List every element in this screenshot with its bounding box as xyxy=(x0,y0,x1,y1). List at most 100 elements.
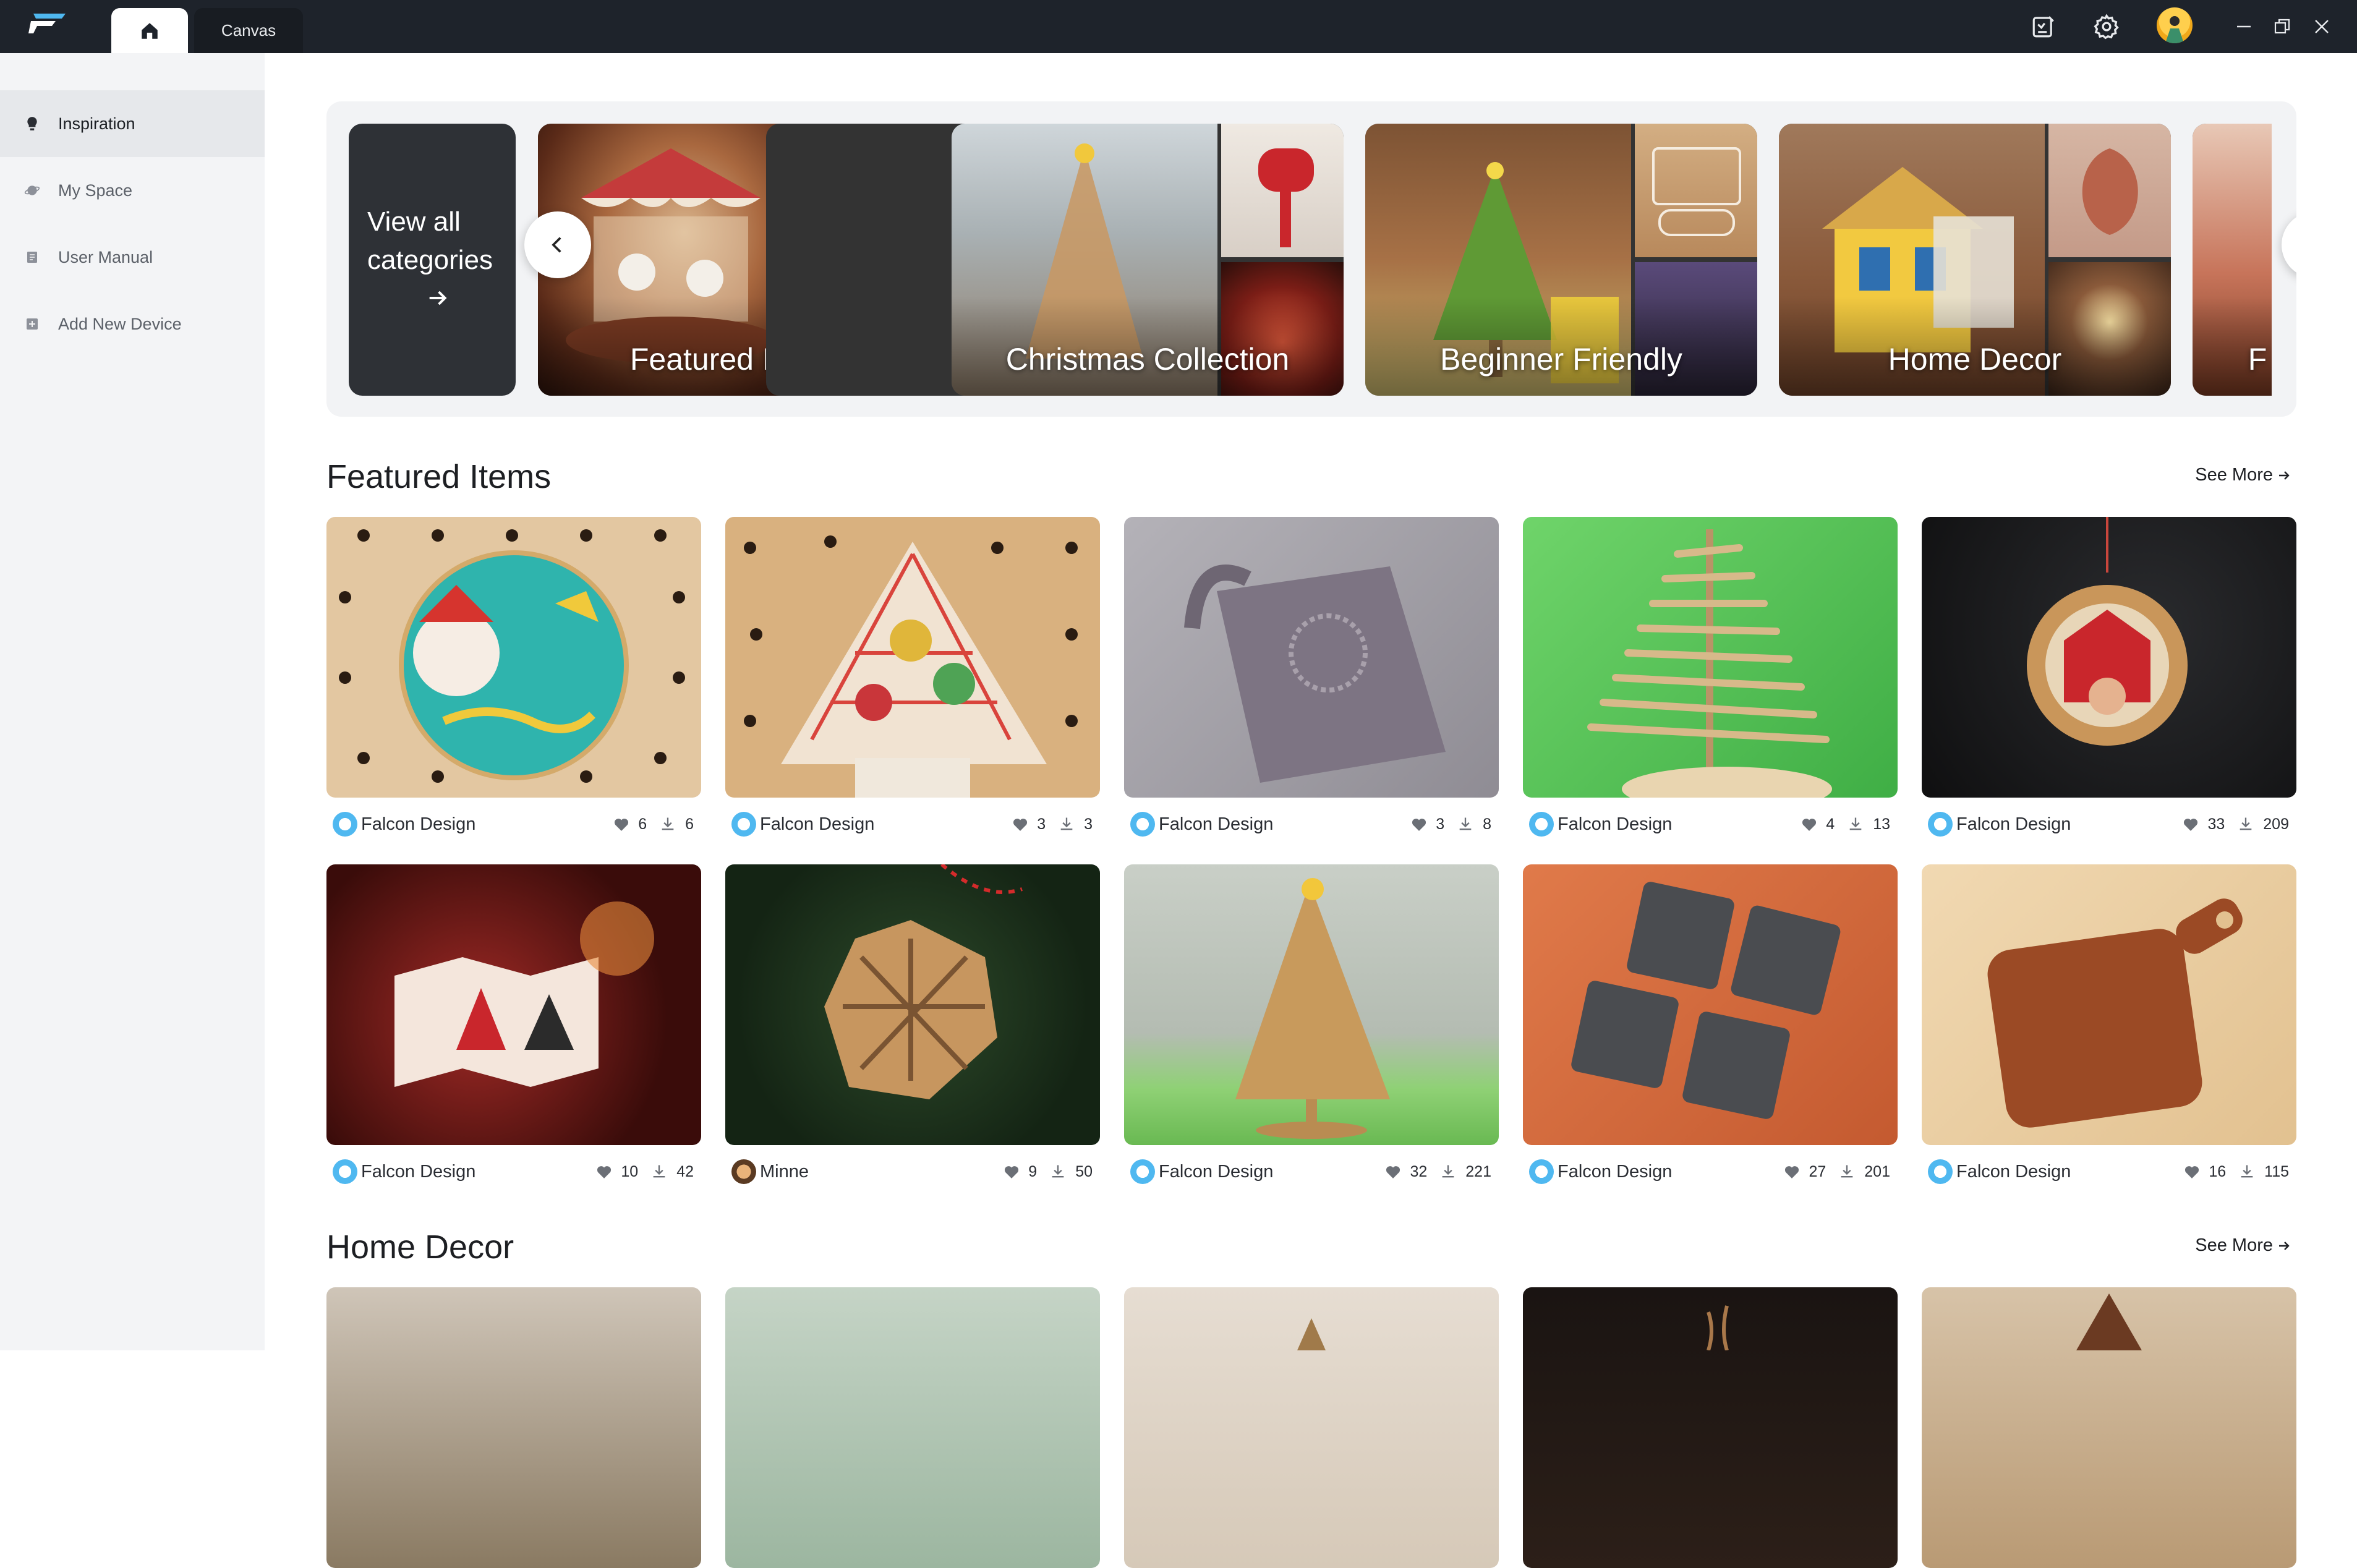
heart-icon xyxy=(1013,819,1028,831)
design-card[interactable] xyxy=(1922,1287,2296,1568)
design-card[interactable]: Falcon Design 27 201 xyxy=(1523,864,1898,1198)
design-card[interactable]: Falcon Design 6 6 xyxy=(326,517,701,851)
minimize-icon[interactable] xyxy=(2228,11,2259,42)
sidebar-item-label: Inspiration xyxy=(58,114,135,133)
tab-home[interactable] xyxy=(111,8,188,53)
see-more-label: See More xyxy=(2195,465,2273,485)
download-count[interactable]: 221 xyxy=(1439,1163,1491,1181)
sidebar-item-user-manual[interactable]: User Manual xyxy=(0,224,265,291)
category-card-home-decor[interactable]: Home Decor xyxy=(1779,124,2171,396)
author-name[interactable]: Falcon Design xyxy=(361,814,601,835)
sidebar-item-label: My Space xyxy=(58,181,133,200)
author-avatar[interactable] xyxy=(1529,812,1554,837)
download-count[interactable]: 209 xyxy=(2237,816,2289,833)
author-avatar[interactable] xyxy=(1928,1159,1953,1184)
author-name[interactable]: Falcon Design xyxy=(1558,814,1789,835)
download-icon xyxy=(1060,817,1073,830)
download-icon xyxy=(1052,1165,1064,1178)
download-count[interactable]: 13 xyxy=(1847,816,1890,833)
design-card[interactable]: Falcon Design 10 42 xyxy=(326,864,701,1198)
like-count[interactable]: 3 xyxy=(1411,816,1444,833)
like-count[interactable]: 10 xyxy=(596,1163,638,1181)
like-count[interactable]: 9 xyxy=(1004,1163,1037,1181)
download-count[interactable]: 6 xyxy=(659,816,694,833)
like-count[interactable]: 16 xyxy=(2184,1163,2226,1181)
sidebar-item-add-new-device[interactable]: Add New Device xyxy=(0,291,265,357)
design-thumbnail xyxy=(1124,1287,1499,1568)
author-name[interactable]: Minne xyxy=(760,1162,991,1182)
download-count[interactable]: 201 xyxy=(1838,1163,1890,1181)
like-count[interactable]: 32 xyxy=(1385,1163,1427,1181)
carousel-prev-button[interactable] xyxy=(524,211,591,278)
notes-icon[interactable] xyxy=(2028,11,2059,42)
category-card-beginner-friendly[interactable]: Beginner Friendly xyxy=(1365,124,1757,396)
heart-icon xyxy=(2184,819,2198,831)
card-meta: Falcon Design 4 13 xyxy=(1523,798,1898,851)
close-icon[interactable] xyxy=(2306,11,2337,42)
see-more-featured-link[interactable]: See More xyxy=(2195,465,2291,485)
sidebar-item-inspiration[interactable]: Inspiration xyxy=(0,90,265,157)
download-count[interactable]: 42 xyxy=(650,1163,694,1181)
design-card[interactable]: Falcon Design 32 221 xyxy=(1124,864,1499,1198)
author-avatar[interactable] xyxy=(333,812,357,837)
design-card[interactable]: Falcon Design 16 115 xyxy=(1922,864,2296,1198)
download-count[interactable]: 8 xyxy=(1457,816,1491,833)
category-label: Christmas Collection xyxy=(1005,342,1290,377)
like-count[interactable]: 3 xyxy=(1012,816,1046,833)
author-avatar[interactable] xyxy=(731,1159,756,1184)
author-avatar[interactable] xyxy=(1130,812,1155,837)
download-count[interactable]: 3 xyxy=(1058,816,1093,833)
like-count[interactable]: 27 xyxy=(1784,1163,1826,1181)
gear-icon[interactable] xyxy=(2091,11,2122,42)
author-name[interactable]: Falcon Design xyxy=(760,814,1000,835)
download-count[interactable]: 115 xyxy=(2238,1163,2289,1181)
carousel-next-button[interactable] xyxy=(2282,211,2296,278)
author-name[interactable]: Falcon Design xyxy=(1159,1162,1373,1182)
tab-canvas[interactable]: Canvas xyxy=(194,8,303,53)
author-name[interactable]: Falcon Design xyxy=(1558,1162,1771,1182)
design-thumbnail xyxy=(1124,517,1499,798)
design-card[interactable] xyxy=(1124,1287,1499,1568)
author-avatar[interactable] xyxy=(1928,812,1953,837)
download-count[interactable]: 50 xyxy=(1049,1163,1093,1181)
design-card[interactable]: Falcon Design 3 8 xyxy=(1124,517,1499,851)
view-all-label: View all categories xyxy=(367,207,493,275)
like-count[interactable]: 4 xyxy=(1801,816,1835,833)
view-all-categories-button[interactable]: View all categories xyxy=(349,124,516,396)
design-card[interactable] xyxy=(326,1287,701,1568)
download-icon xyxy=(2241,1165,2253,1178)
sidebar-item-my-space[interactable]: My Space xyxy=(0,157,265,224)
design-card[interactable] xyxy=(1523,1287,1898,1568)
category-card-christmas-collection-2[interactable]: Christmas Collection xyxy=(952,124,1344,396)
see-more-home-decor-link[interactable]: See More xyxy=(2195,1235,2291,1256)
category-card-partial[interactable]: F xyxy=(2193,124,2272,396)
heart-icon xyxy=(2185,1166,2199,1178)
avatar[interactable] xyxy=(2157,7,2193,43)
arrow-right-icon xyxy=(2279,1241,2290,1250)
author-avatar[interactable] xyxy=(1529,1159,1554,1184)
like-count[interactable]: 33 xyxy=(2183,816,2225,833)
download-icon xyxy=(1841,1165,1853,1178)
design-thumbnail xyxy=(326,517,701,798)
design-card[interactable]: Falcon Design 33 209 xyxy=(1922,517,2296,851)
design-thumbnail xyxy=(1922,517,2296,798)
like-count[interactable]: 6 xyxy=(613,816,647,833)
author-avatar[interactable] xyxy=(1130,1159,1155,1184)
design-thumbnail xyxy=(326,1287,701,1568)
design-card[interactable]: Falcon Design 3 3 xyxy=(725,517,1100,851)
author-name[interactable]: Falcon Design xyxy=(1956,814,2170,835)
author-avatar[interactable] xyxy=(333,1159,357,1184)
card-meta: Falcon Design 32 221 xyxy=(1124,1145,1499,1198)
design-card[interactable] xyxy=(725,1287,1100,1568)
author-name[interactable]: Falcon Design xyxy=(361,1162,584,1182)
category-label: Home Decor xyxy=(1888,342,2062,377)
author-avatar[interactable] xyxy=(731,812,756,837)
sidebar: Inspiration My Space User Manual Add New… xyxy=(0,53,265,1350)
restore-icon[interactable] xyxy=(2267,11,2298,42)
design-card[interactable]: Falcon Design 4 13 xyxy=(1523,517,1898,851)
design-thumbnail xyxy=(1124,864,1499,1145)
author-name[interactable]: Falcon Design xyxy=(1159,814,1399,835)
category-label: Beginner Friendly xyxy=(1440,342,1682,377)
design-card[interactable]: Minne 9 50 xyxy=(725,864,1100,1198)
author-name[interactable]: Falcon Design xyxy=(1956,1162,2172,1182)
